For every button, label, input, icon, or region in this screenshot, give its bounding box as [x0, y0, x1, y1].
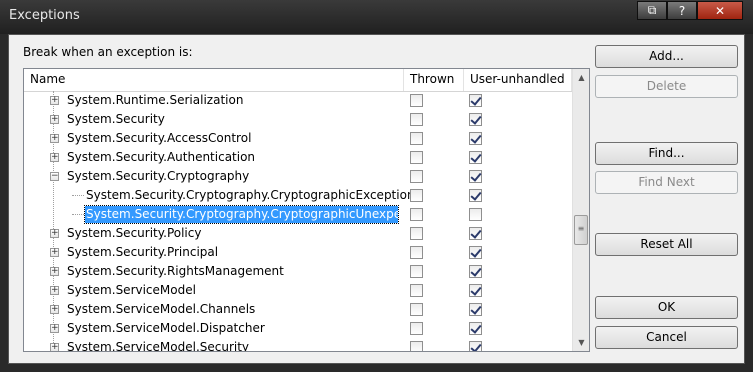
thrown-checkbox[interactable] — [410, 322, 423, 335]
column-user-unhandled[interactable]: User-unhandled — [464, 69, 572, 91]
user-unhandled-checkbox[interactable] — [469, 151, 482, 164]
expand-icon[interactable]: + — [50, 96, 59, 105]
tree-row[interactable]: + System.ServiceModel.Dispatcher — [24, 319, 572, 338]
exception-label[interactable]: System.Security — [66, 111, 166, 128]
thrown-checkbox[interactable] — [410, 170, 423, 183]
column-name[interactable]: Name — [24, 69, 404, 91]
user-unhandled-checkbox[interactable] — [469, 227, 482, 240]
expand-icon[interactable]: + — [50, 134, 59, 143]
user-unhandled-checkbox[interactable] — [469, 246, 482, 259]
user-unhandled-checkbox[interactable] — [469, 113, 482, 126]
tree-row[interactable]: + System.Security.Principal — [24, 243, 572, 262]
add-button[interactable]: Add... — [595, 45, 738, 68]
exceptions-tree-list[interactable]: Name Thrown User-unhandled + System.Runti… — [23, 68, 590, 352]
exception-label[interactable]: System.Security.RightsManagement — [66, 263, 285, 280]
scroll-down-icon[interactable]: ▼ — [573, 334, 589, 351]
user-unhandled-checkbox[interactable] — [469, 132, 482, 145]
exception-label[interactable]: System.Security.AccessControl — [66, 130, 252, 147]
exception-label[interactable]: System.Security.Cryptography.Cryptograph… — [84, 205, 399, 224]
expand-icon[interactable]: + — [50, 324, 59, 333]
exception-label[interactable]: System.Security.Cryptography.Cryptograph… — [85, 187, 416, 204]
tree-row[interactable]: + System.Security — [24, 110, 572, 129]
expand-icon[interactable]: + — [50, 305, 59, 314]
title-bar[interactable]: Exceptions ⧉ ? ✕ — [0, 0, 753, 34]
exception-label[interactable]: System.ServiceModel.Dispatcher — [66, 320, 266, 337]
thrown-checkbox[interactable] — [410, 151, 423, 164]
user-unhandled-checkbox[interactable] — [469, 322, 482, 335]
thrown-checkbox[interactable] — [410, 303, 423, 316]
user-unhandled-checkbox[interactable] — [469, 170, 482, 183]
thrown-checkbox[interactable] — [410, 189, 423, 202]
expand-icon[interactable]: + — [50, 267, 59, 276]
thrown-checkbox[interactable] — [410, 94, 423, 107]
expand-icon[interactable]: + — [50, 286, 59, 295]
exception-label[interactable]: System.ServiceModel.Security — [66, 339, 250, 351]
thrown-checkbox[interactable] — [410, 132, 423, 145]
reset-all-button[interactable]: Reset All — [595, 233, 738, 256]
scroll-up-icon[interactable]: ▲ — [573, 69, 589, 86]
thrown-checkbox[interactable] — [410, 284, 423, 297]
dialog-body: Break when an exception is: Name Thrown … — [8, 34, 745, 364]
find-button[interactable]: Find... — [595, 142, 738, 165]
exception-label[interactable]: System.Runtime.Serialization — [66, 92, 244, 109]
break-caption: Break when an exception is: — [23, 45, 193, 59]
tree-row[interactable]: + System.Security.AccessControl — [24, 129, 572, 148]
tree-row[interactable]: − System.Security.Cryptography — [24, 167, 572, 186]
exception-label[interactable]: System.Security.Principal — [66, 244, 219, 261]
restore-icon[interactable]: ⧉ — [637, 1, 667, 20]
user-unhandled-checkbox[interactable] — [469, 189, 482, 202]
window-title: Exceptions — [9, 8, 80, 23]
thrown-checkbox[interactable] — [410, 208, 423, 221]
ok-button[interactable]: OK — [595, 296, 738, 319]
expand-icon[interactable]: + — [50, 343, 59, 351]
thrown-checkbox[interactable] — [410, 113, 423, 126]
exception-label[interactable]: System.Security.Policy — [66, 225, 202, 242]
user-unhandled-checkbox[interactable] — [469, 208, 482, 221]
tree-row[interactable]: System.Security.Cryptography.Cryptograph… — [24, 205, 572, 224]
tree-branch-line — [72, 195, 84, 196]
user-unhandled-checkbox[interactable] — [469, 265, 482, 278]
thrown-checkbox[interactable] — [410, 246, 423, 259]
exception-label[interactable]: System.ServiceModel — [66, 282, 197, 299]
tree-row[interactable]: + System.Runtime.Serialization — [24, 91, 572, 110]
cancel-button[interactable]: Cancel — [595, 326, 738, 349]
close-icon[interactable]: ✕ — [697, 1, 743, 20]
tree-row[interactable]: + System.Security.Authentication — [24, 148, 572, 167]
caption-buttons: ⧉ ? ✕ — [637, 1, 743, 21]
help-icon[interactable]: ? — [667, 1, 697, 20]
thrown-checkbox[interactable] — [410, 265, 423, 278]
thrown-checkbox[interactable] — [410, 227, 423, 240]
column-thrown[interactable]: Thrown — [404, 69, 464, 91]
tree-rows: + System.Runtime.Serialization + System.Sec… — [24, 91, 572, 351]
tree-row[interactable]: + System.Security.RightsManagement — [24, 262, 572, 281]
thrown-checkbox[interactable] — [410, 341, 423, 351]
expand-icon[interactable]: + — [50, 153, 59, 162]
vertical-scrollbar[interactable]: ▲ ≡ ▼ — [572, 69, 589, 351]
user-unhandled-checkbox[interactable] — [469, 303, 482, 316]
expand-icon[interactable]: + — [50, 229, 59, 238]
exception-label[interactable]: System.Security.Cryptography — [66, 168, 250, 185]
user-unhandled-checkbox[interactable] — [469, 94, 482, 107]
tree-branch-line — [72, 214, 84, 215]
exception-label[interactable]: System.ServiceModel.Channels — [66, 301, 256, 318]
delete-button[interactable]: Delete — [595, 75, 738, 98]
tree-row[interactable]: + System.ServiceModel — [24, 281, 572, 300]
tree-row[interactable]: System.Security.Cryptography.Cryptograph… — [24, 186, 572, 205]
exception-label[interactable]: System.Security.Authentication — [66, 149, 256, 166]
column-header: Name Thrown User-unhandled — [24, 69, 572, 92]
scroll-thumb[interactable]: ≡ — [574, 215, 588, 245]
find-next-button[interactable]: Find Next — [595, 171, 738, 194]
user-unhandled-checkbox[interactable] — [469, 284, 482, 297]
tree-row[interactable]: + System.ServiceModel.Security — [24, 338, 572, 351]
tree-row[interactable]: + System.ServiceModel.Channels — [24, 300, 572, 319]
collapse-icon[interactable]: − — [50, 172, 59, 181]
expand-icon[interactable]: + — [50, 248, 59, 257]
tree-row[interactable]: + System.Security.Policy — [24, 224, 572, 243]
exceptions-dialog: Exceptions ⧉ ? ✕ Break when an exception… — [0, 0, 753, 372]
user-unhandled-checkbox[interactable] — [469, 341, 482, 351]
expand-icon[interactable]: + — [50, 115, 59, 124]
